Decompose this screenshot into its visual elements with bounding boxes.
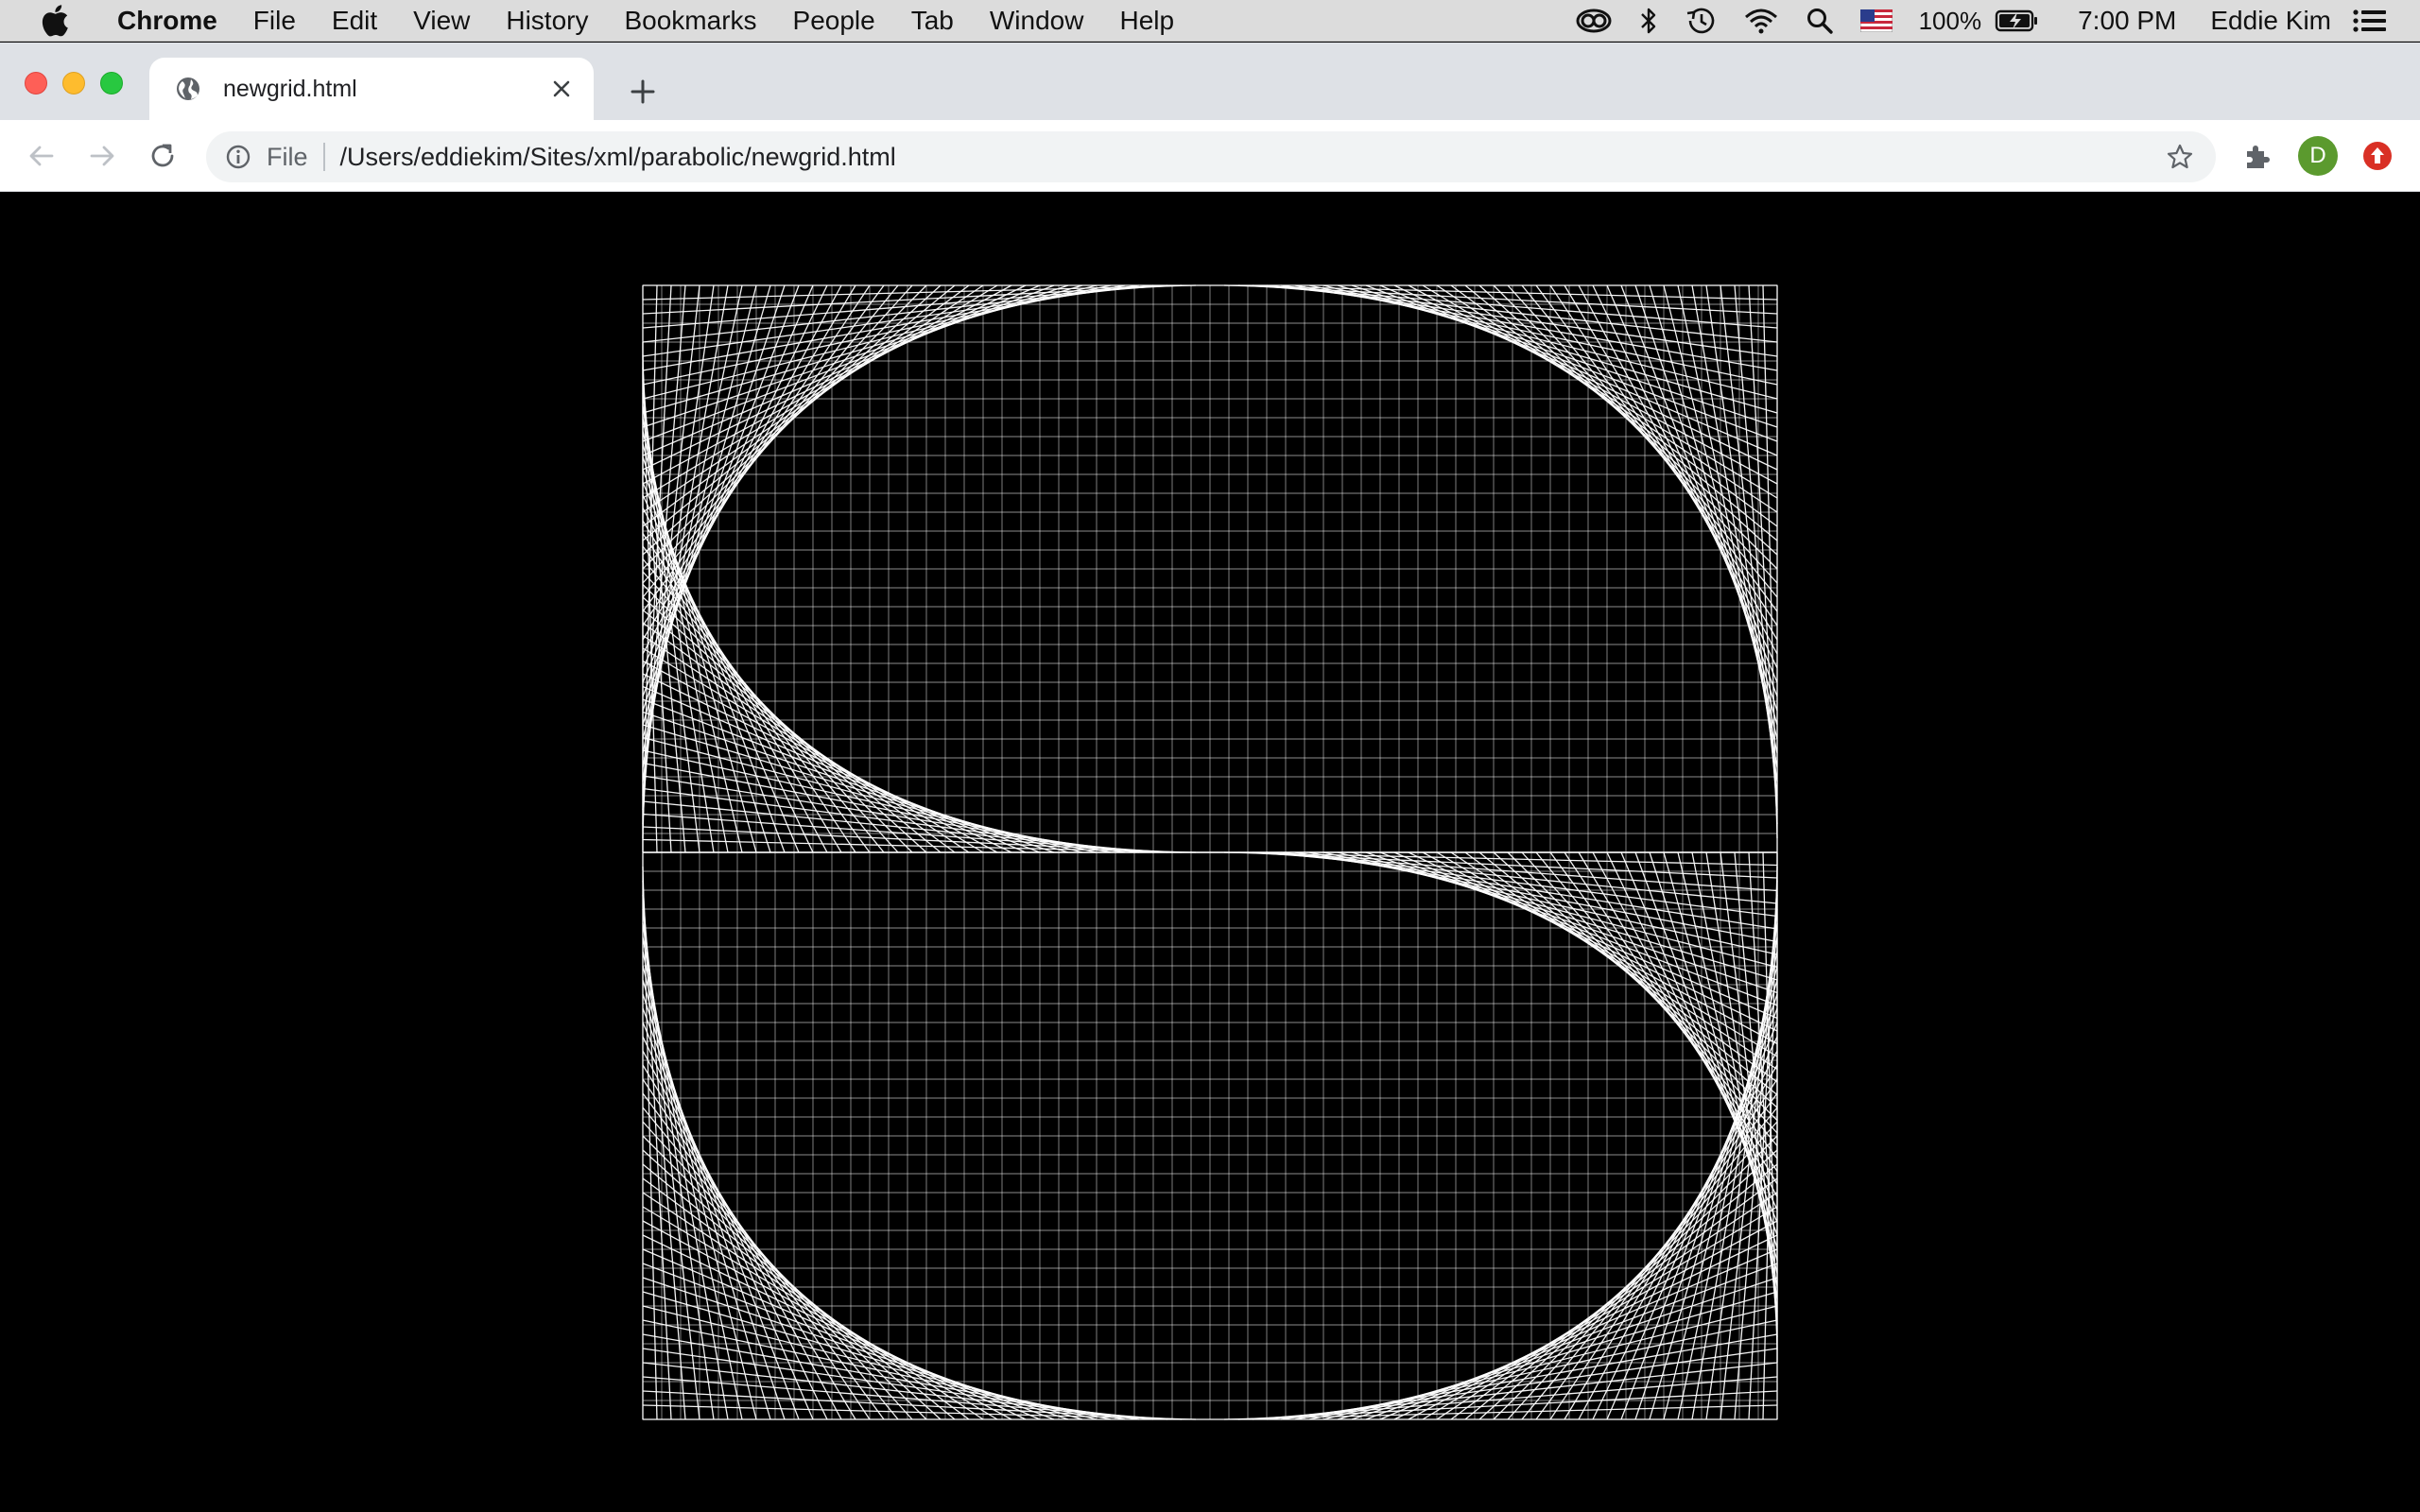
address-bar[interactable]: File /Users/eddiekim/Sites/xml/parabolic… — [206, 131, 2216, 182]
bookmark-star-icon[interactable] — [2163, 140, 2197, 174]
creative-cloud-icon[interactable] — [1562, 0, 1626, 42]
menu-people[interactable]: People — [775, 6, 893, 36]
battery-charging-icon[interactable] — [1995, 0, 2053, 42]
globe-icon — [174, 75, 202, 103]
menu-view[interactable]: View — [395, 6, 488, 36]
update-available-icon[interactable] — [2358, 136, 2397, 176]
window-close-button[interactable] — [25, 72, 47, 94]
envelope-line — [642, 826, 1183, 853]
url-scheme-label: File — [267, 142, 308, 171]
menu-history[interactable]: History — [488, 6, 606, 36]
menu-bookmarks[interactable]: Bookmarks — [606, 6, 774, 36]
envelope-line — [642, 284, 1168, 329]
envelope-line — [1762, 284, 1778, 839]
envelope-line — [642, 1376, 1168, 1420]
back-button[interactable] — [23, 137, 60, 175]
parabolic-grid-canvas — [642, 284, 1778, 1420]
envelope-line — [642, 284, 1154, 343]
page-content — [0, 193, 2420, 1512]
extensions-puzzle-icon[interactable] — [2238, 136, 2277, 176]
menu-window[interactable]: Window — [972, 6, 1102, 36]
menu-clock[interactable]: 7:00 PM — [2053, 0, 2201, 42]
menu-app-name[interactable]: Chrome — [100, 6, 235, 36]
envelope-line — [1748, 284, 1778, 825]
menu-help[interactable]: Help — [1101, 6, 1192, 36]
site-info-icon[interactable] — [223, 142, 253, 172]
envelope-line — [1705, 284, 1778, 782]
tab-close-icon[interactable] — [544, 72, 579, 106]
forward-button[interactable] — [83, 137, 121, 175]
menu-user-name[interactable]: Eddie Kim — [2201, 0, 2339, 42]
status-area: 100% 7:00 PM Eddie Kim — [1562, 0, 2401, 42]
envelope-line — [1720, 284, 1778, 797]
us-flag-icon[interactable] — [1847, 0, 1906, 42]
envelope-line — [642, 284, 1140, 357]
window-minimize-button[interactable] — [62, 72, 85, 94]
envelope-line — [642, 787, 1140, 853]
url-text[interactable]: /Users/eddiekim/Sites/xml/parabolic/newg… — [340, 143, 2163, 172]
reload-button[interactable] — [144, 137, 182, 175]
envelope-line — [642, 1362, 1154, 1420]
new-tab-button[interactable] — [624, 73, 662, 111]
menu-tab[interactable]: Tab — [893, 6, 972, 36]
window-maximize-button[interactable] — [100, 72, 123, 94]
envelope-line — [642, 1390, 1183, 1420]
menu-bar: Chrome File Edit View History Bookmarks … — [0, 0, 2420, 42]
profile-avatar[interactable]: D — [2298, 136, 2338, 176]
battery-percent[interactable]: 100% — [1906, 0, 1996, 42]
envelope-line — [1720, 908, 1778, 1420]
envelope-line — [642, 800, 1154, 853]
wifi-icon[interactable] — [1730, 0, 1792, 42]
envelope-line — [1734, 284, 1778, 811]
apple-icon[interactable] — [38, 4, 72, 38]
time-machine-icon[interactable] — [1671, 0, 1730, 42]
envelope-line — [642, 284, 1197, 301]
envelope-line — [642, 838, 1197, 853]
bluetooth-icon[interactable] — [1626, 0, 1671, 42]
menu-file[interactable]: File — [235, 6, 314, 36]
browser-toolbar: File /Users/eddiekim/Sites/xml/parabolic… — [0, 120, 2420, 192]
spotlight-icon[interactable] — [1792, 0, 1847, 42]
tab-title: newgrid.html — [223, 75, 357, 102]
menu-edit[interactable]: Edit — [314, 6, 395, 36]
envelope-line — [642, 284, 1183, 315]
envelope-line — [642, 1348, 1140, 1420]
envelope-line — [642, 1404, 1197, 1420]
tab-newgrid[interactable]: newgrid.html — [149, 58, 594, 120]
omnibox-divider — [322, 143, 325, 171]
tab-strip: newgrid.html — [0, 43, 2420, 120]
control-center-icon[interactable] — [2339, 0, 2401, 42]
